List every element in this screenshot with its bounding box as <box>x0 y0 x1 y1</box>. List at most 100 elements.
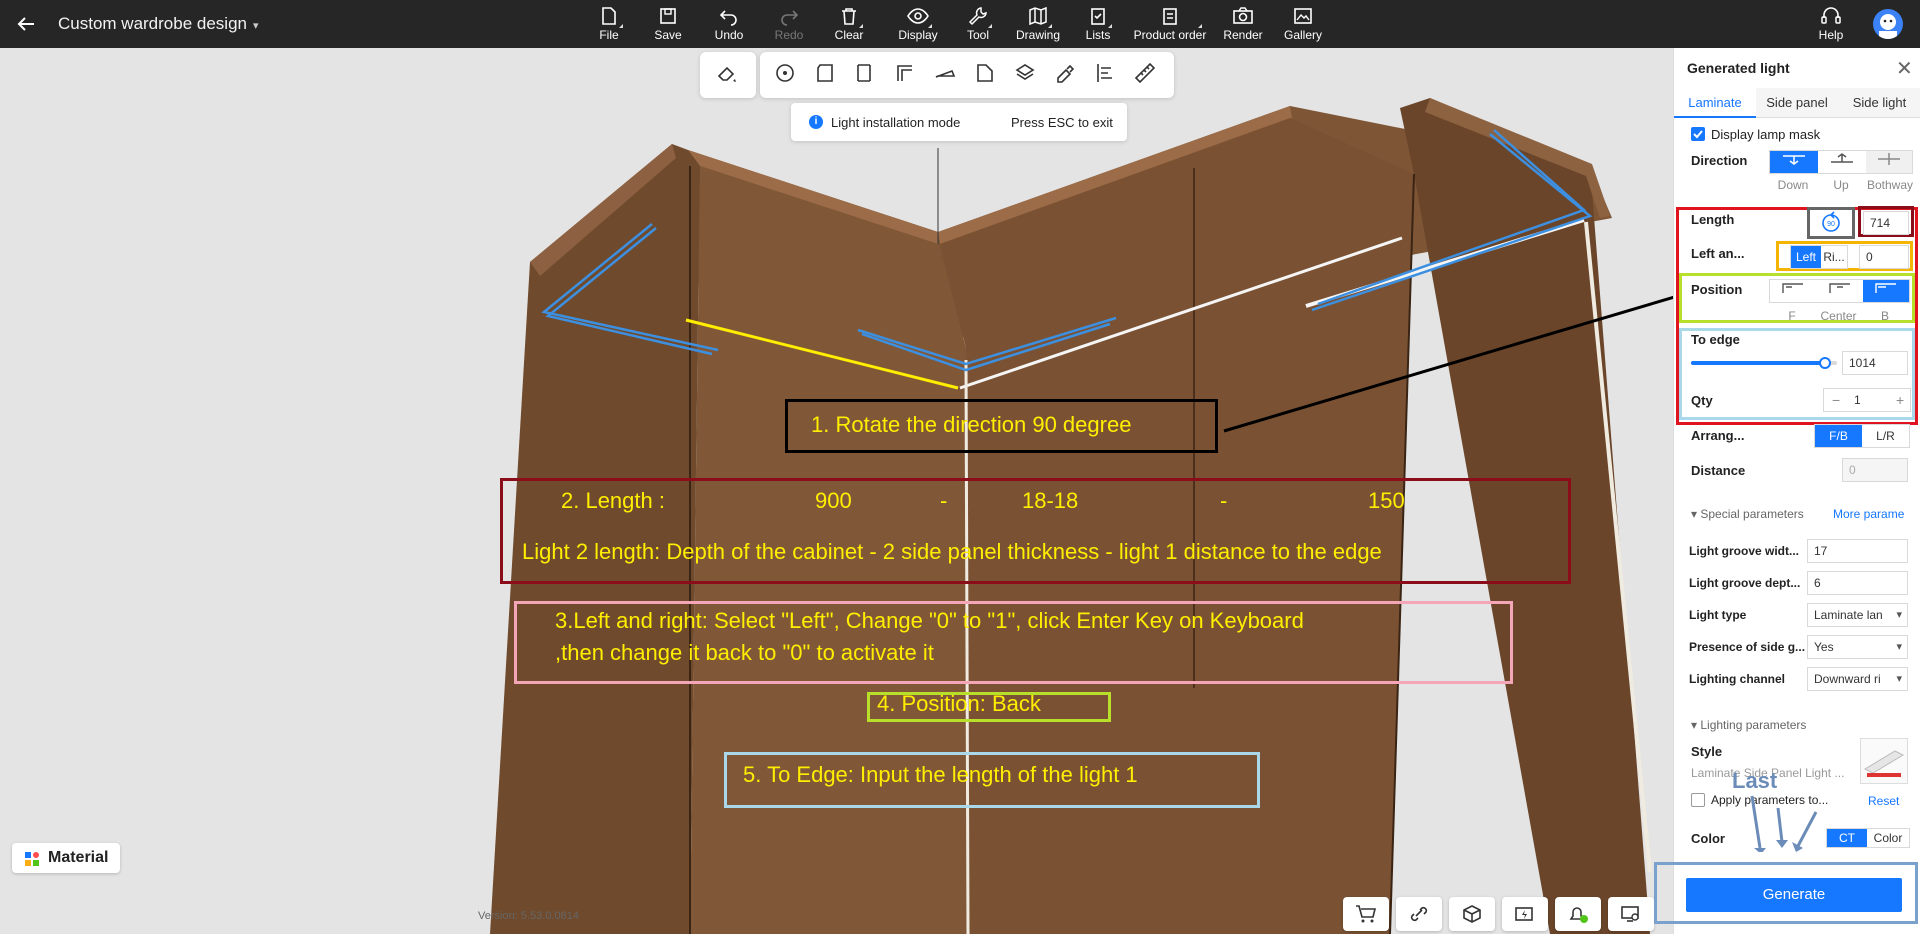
cube-button[interactable] <box>1449 897 1495 931</box>
material-button[interactable]: Material <box>12 843 120 873</box>
redo-button[interactable]: Redo <box>757 4 821 46</box>
screen-settings-button[interactable] <box>1608 897 1654 931</box>
distance-input[interactable]: 0 <box>1842 458 1908 482</box>
to-edge-input[interactable]: 1014 <box>1842 351 1908 375</box>
slant-light-icon[interactable] <box>932 60 962 90</box>
chevron-down-icon: ▾ <box>252 20 259 32</box>
generate-button[interactable]: Generate <box>1686 878 1902 912</box>
qty-minus-button[interactable]: − <box>1832 392 1840 408</box>
direction-up-caption: Up <box>1833 178 1849 192</box>
project-title[interactable]: Custom wardrobe design ▾ <box>58 14 259 34</box>
apply-params-checkbox[interactable] <box>1691 793 1705 807</box>
align-icon[interactable] <box>1092 60 1122 90</box>
image-icon <box>1294 8 1312 24</box>
eye-icon <box>907 8 929 24</box>
help-button[interactable]: Help <box>1799 4 1863 46</box>
length-label: Length <box>1691 212 1735 227</box>
annotation-step2-desc: Light 2 length: Depth of the cabinet - 2… <box>522 539 1382 564</box>
pan-tool-bar <box>700 52 756 98</box>
display-lamp-mask-label: Display lamp mask <box>1711 127 1821 142</box>
lists-button[interactable]: Lists <box>1066 4 1130 46</box>
gallery-button[interactable]: Gallery <box>1271 4 1335 46</box>
chevron-down-icon: ▾ <box>1896 641 1902 653</box>
lighting-params-section[interactable]: ▾ Lighting parameters <box>1691 718 1806 732</box>
left-option[interactable]: Left <box>1791 246 1821 268</box>
light-type-select[interactable]: Laminate lan ▾ <box>1807 603 1908 627</box>
qty-stepper: − 1 + <box>1823 388 1911 412</box>
flash-button[interactable] <box>1502 897 1548 931</box>
position-front-option[interactable] <box>1770 280 1816 302</box>
rotate-icon[interactable]: 90 <box>1819 211 1843 235</box>
lighting-channel-select[interactable]: Downward ri ▾ <box>1807 667 1908 691</box>
link-icon <box>1410 906 1428 922</box>
file-button[interactable]: File <box>577 4 641 46</box>
direction-down-option[interactable] <box>1770 151 1818 173</box>
panel-corner-icon[interactable] <box>812 60 842 90</box>
direction-up-option[interactable] <box>1818 151 1866 173</box>
point-light-icon[interactable] <box>772 60 802 90</box>
drawing-button[interactable]: Drawing <box>1006 4 1070 46</box>
position-center-option[interactable] <box>1816 280 1863 302</box>
monitor-gear-icon <box>1621 906 1639 922</box>
tab-side-panel[interactable]: Side panel <box>1756 88 1838 118</box>
reset-link[interactable]: Reset <box>1868 794 1899 808</box>
save-button[interactable]: Save <box>636 4 700 46</box>
info-icon: i <box>809 115 823 129</box>
arrange-fb-option[interactable]: F/B <box>1815 425 1862 447</box>
brush-icon[interactable] <box>1052 60 1082 90</box>
product-order-button[interactable]: Product order <box>1130 4 1210 46</box>
special-params-section[interactable]: ▾ Special parameters <box>1691 507 1804 521</box>
wrench-icon <box>968 7 987 26</box>
layers-icon[interactable] <box>1012 60 1042 90</box>
annotation-step2-minus1: - <box>940 488 948 513</box>
arrange-lr-option[interactable]: L/R <box>1862 425 1909 447</box>
eraser-icon[interactable] <box>714 60 744 90</box>
qty-plus-button[interactable]: + <box>1896 392 1904 408</box>
close-icon[interactable]: ✕ <box>1896 56 1913 81</box>
color-color-option[interactable]: Color <box>1867 829 1909 847</box>
render-button[interactable]: Render <box>1211 4 1275 46</box>
headset-icon <box>1821 7 1841 24</box>
cut-panel-icon[interactable] <box>972 60 1002 90</box>
more-params-link[interactable]: More parame <box>1833 507 1904 521</box>
tool-button[interactable]: Tool <box>946 4 1010 46</box>
annotation-last: Last <box>1732 768 1778 793</box>
back-arrow-icon[interactable] <box>14 12 38 36</box>
corner-light-icon[interactable] <box>892 60 922 90</box>
direction-down-caption: Down <box>1777 178 1809 192</box>
ruler-icon[interactable] <box>1132 60 1162 90</box>
tab-side-light[interactable]: Side light <box>1838 88 1920 118</box>
cart-button[interactable] <box>1343 897 1389 931</box>
tab-laminate[interactable]: Laminate <box>1674 88 1756 118</box>
side-panel-icon[interactable] <box>852 60 882 90</box>
user-avatar[interactable] <box>1873 9 1903 39</box>
notification-check-button[interactable] <box>1555 897 1601 931</box>
style-thumbnail[interactable] <box>1860 738 1908 784</box>
annotation-step4: 4. Position: Back <box>877 691 1041 716</box>
3d-viewport[interactable]: i Light installation mode Press ESC to e… <box>0 48 1673 934</box>
link-button[interactable] <box>1396 897 1442 931</box>
qty-label: Qty <box>1691 393 1713 408</box>
right-option[interactable]: Ri... <box>1821 246 1847 268</box>
display-button[interactable]: Display <box>886 4 950 46</box>
undo-button[interactable]: Undo <box>697 4 761 46</box>
position-back-option[interactable] <box>1863 280 1909 302</box>
direction-bothway-caption: Bothway <box>1866 178 1914 192</box>
direction-bothway-option[interactable] <box>1866 151 1912 173</box>
clear-button[interactable]: Clear <box>817 4 881 46</box>
presence-select[interactable]: Yes ▾ <box>1807 635 1908 659</box>
svg-text:90: 90 <box>1827 221 1835 228</box>
display-lamp-mask-checkbox[interactable] <box>1691 127 1705 141</box>
qty-value[interactable]: 1 <box>1854 393 1861 407</box>
groove-depth-input[interactable]: 6 <box>1807 571 1908 595</box>
to-edge-slider[interactable] <box>1691 357 1837 369</box>
groove-width-input[interactable]: 17 <box>1807 539 1908 563</box>
groove-depth-label: Light groove dept... <box>1689 576 1801 590</box>
trash-icon <box>842 8 856 25</box>
length-input[interactable]: 714 <box>1863 211 1909 235</box>
annotation-step2-minus2: - <box>1220 488 1228 513</box>
camera-icon <box>1233 7 1253 24</box>
chevron-down-icon: ▾ <box>1896 673 1902 685</box>
left-right-input[interactable]: 0 <box>1859 245 1909 269</box>
flash-battery-icon <box>1515 907 1533 921</box>
